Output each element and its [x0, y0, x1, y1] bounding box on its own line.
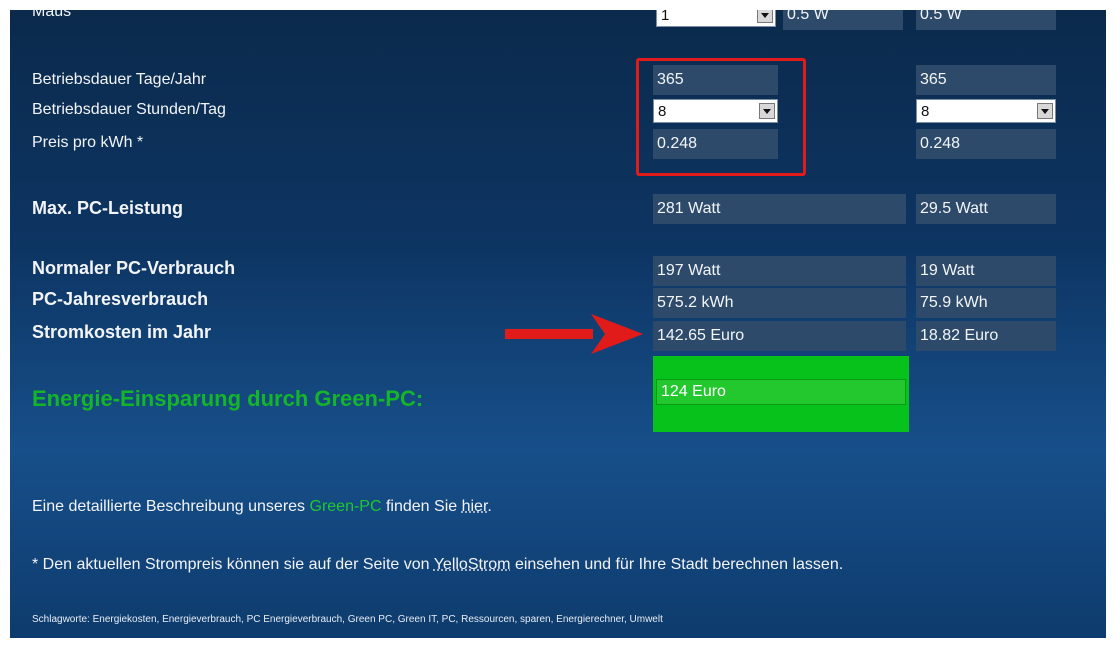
- description-before: Eine detaillierte Beschreibung unseres: [32, 498, 310, 515]
- description-middle: finden Sie: [381, 498, 462, 515]
- red-highlight-frame: [636, 58, 806, 176]
- max-power-label: Max. PC-Leistung: [32, 198, 184, 218]
- price-right-field[interactable]: 0.248: [916, 129, 1056, 159]
- normal-consumption-left: 197 Watt: [653, 256, 906, 286]
- hours-label: Betriebsdauer Stunden/Tag: [32, 101, 226, 118]
- normal-consumption-label: Normaler PC-Verbrauch: [32, 258, 236, 278]
- chevron-down-icon[interactable]: [757, 10, 773, 23]
- description-link[interactable]: hier: [462, 498, 488, 515]
- normal-consumption-right: 19 Watt: [916, 256, 1056, 286]
- hours-right-value: 8: [921, 103, 930, 120]
- max-power-left: 281 Watt: [653, 194, 906, 224]
- annual-consumption-left: 575.2 kWh: [653, 288, 906, 318]
- days-right-field[interactable]: 365: [916, 65, 1056, 95]
- days-label: Betriebsdauer Tage/Jahr: [32, 71, 207, 88]
- note-after: einsehen und für Ihre Stadt berechnen la…: [510, 556, 844, 573]
- note-before: * Den aktuellen Strompreis können sie au…: [32, 556, 434, 573]
- description-after: .: [487, 498, 492, 515]
- chevron-down-icon[interactable]: [1037, 103, 1053, 119]
- annual-consumption-label: PC-Jahresverbrauch: [32, 289, 209, 309]
- price-label: Preis pro kWh *: [32, 134, 144, 151]
- keywords-footer: Schlagworte: Energiekosten, Energieverbr…: [32, 614, 663, 625]
- saving-value: 124 Euro: [656, 379, 906, 405]
- hours-right-select[interactable]: 8: [916, 99, 1056, 123]
- mouse-count-select[interactable]: 1: [656, 10, 776, 27]
- yellostrom-link[interactable]: YelloStrom: [434, 556, 511, 573]
- mouse-count-value: 1: [661, 10, 670, 24]
- calculator-panel: Maus 1 0.5 W 0.5 W Betriebsdauer Tage/Ja…: [10, 10, 1106, 638]
- mouse-left-watt: 0.5 W: [783, 10, 903, 30]
- description-text: Eine detaillierte Beschreibung unseres G…: [32, 498, 492, 516]
- mouse-right-watt: 0.5 W: [916, 10, 1056, 30]
- saving-label: Energie-Einsparung durch Green-PC:: [32, 386, 424, 411]
- description-brand: Green-PC: [309, 498, 382, 515]
- annual-consumption-right: 75.9 kWh: [916, 288, 1056, 318]
- price-note: * Den aktuellen Strompreis können sie au…: [32, 556, 843, 574]
- cost-label: Stromkosten im Jahr: [32, 322, 212, 342]
- max-power-right: 29.5 Watt: [916, 194, 1056, 224]
- cost-left: 142.65 Euro: [653, 321, 906, 351]
- red-arrow-icon: [505, 314, 643, 354]
- mouse-label: Maus: [32, 10, 72, 20]
- cost-right: 18.82 Euro: [916, 321, 1056, 351]
